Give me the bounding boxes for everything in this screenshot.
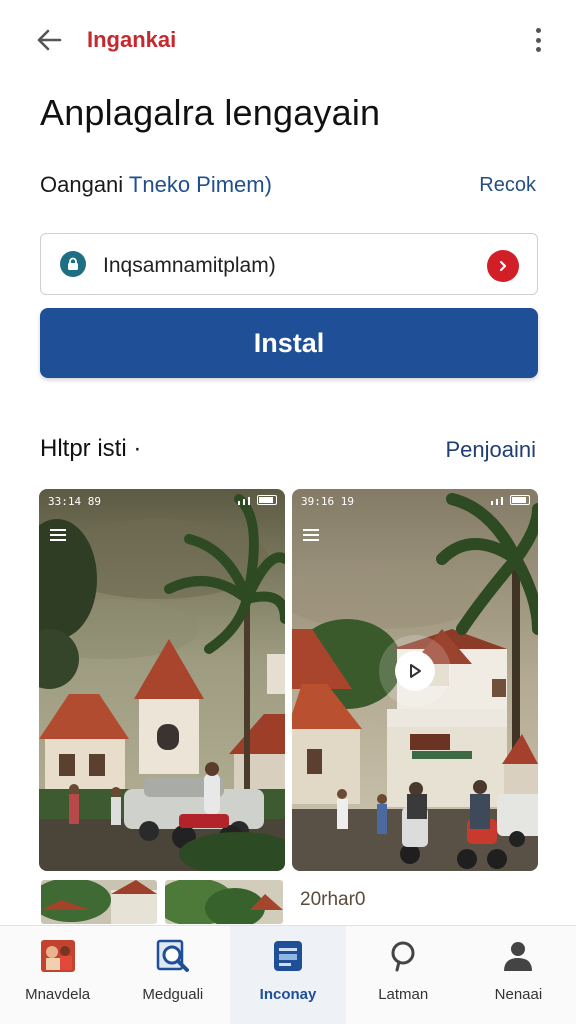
developer-prefix: Oangani <box>40 172 129 197</box>
nav-item-medguali[interactable]: Medguali <box>115 926 230 1024</box>
more-vert-icon <box>535 28 541 33</box>
package-field[interactable]: Inqsamnamitplam) <box>40 233 538 295</box>
chevron-right-icon <box>499 260 507 272</box>
nav-item-mnavdela[interactable]: Mnavdela <box>0 926 115 1024</box>
battery-icon <box>510 495 530 505</box>
arrow-left-icon <box>37 29 62 51</box>
more-vert-dot <box>535 47 541 52</box>
install-button[interactable]: Instal <box>40 308 538 378</box>
person-icon <box>498 936 538 976</box>
nav-label: Inconay <box>259 986 317 1003</box>
status-bar-time: 33:14 89 <box>48 495 101 508</box>
screenshot-image <box>39 489 285 871</box>
screenshot-card[interactable]: 33:14 89 <box>39 489 285 871</box>
developer-info: Oangani Tneko Pimem) <box>40 172 272 198</box>
hamburger-menu-icon <box>303 529 319 541</box>
nav-item-inconay[interactable]: Inconay <box>230 926 346 1024</box>
field-go-button[interactable] <box>487 250 519 282</box>
nav-label: Latman <box>378 986 429 1003</box>
section-title: Hltpr isti · <box>40 435 142 462</box>
app-bar-title: Ingankai <box>87 27 177 52</box>
page-title: Anplagalra lengayain <box>40 92 381 133</box>
play-video-button[interactable] <box>395 651 435 691</box>
battery-icon <box>257 495 277 505</box>
more-options-button[interactable] <box>526 24 550 56</box>
nav-item-latman[interactable]: Latman <box>346 926 461 1024</box>
nav-label: Mnavdela <box>25 986 91 1003</box>
nav-item-nenaai[interactable]: Nenaai <box>461 926 576 1024</box>
screenshots-section-header: Hltpr isti · Penjoaini <box>40 435 536 469</box>
package-field-value: Inqsamnamitplam) <box>103 254 276 277</box>
search-document-icon <box>153 936 193 976</box>
status-bar-time: 39:16 19 <box>301 495 354 508</box>
developer-name-link[interactable]: Tneko Pimem) <box>129 172 272 197</box>
status-bar-icons <box>491 495 530 505</box>
hamburger-menu-icon <box>50 529 66 541</box>
nav-label: Nenaai <box>494 986 543 1003</box>
thumbnail-image[interactable] <box>41 880 157 924</box>
chat-bubble-icon <box>383 936 423 976</box>
thumbnail-caption: 20rhar0 <box>300 889 366 910</box>
top-app-bar: Ingankai <box>0 0 576 80</box>
recok-link[interactable]: Recok <box>479 174 536 197</box>
photo-app-icon <box>38 936 78 976</box>
status-bar-icons <box>238 495 277 505</box>
developer-row: Oangani Tneko Pimem) Recok <box>40 170 536 200</box>
thumbnail-image[interactable] <box>165 880 283 924</box>
screenshot-card[interactable]: 39:16 19 <box>292 489 538 871</box>
section-see-all-link[interactable]: Penjoaini <box>445 437 536 463</box>
play-icon <box>410 664 421 678</box>
lock-icon <box>60 251 86 277</box>
bottom-navigation: Mnavdela Medguali Inconay Latman Nenaai <box>0 925 576 1024</box>
more-vert-dot <box>535 37 541 43</box>
nav-label: Medguali <box>142 986 204 1003</box>
back-button[interactable] <box>30 22 68 58</box>
card-icon <box>268 936 308 976</box>
